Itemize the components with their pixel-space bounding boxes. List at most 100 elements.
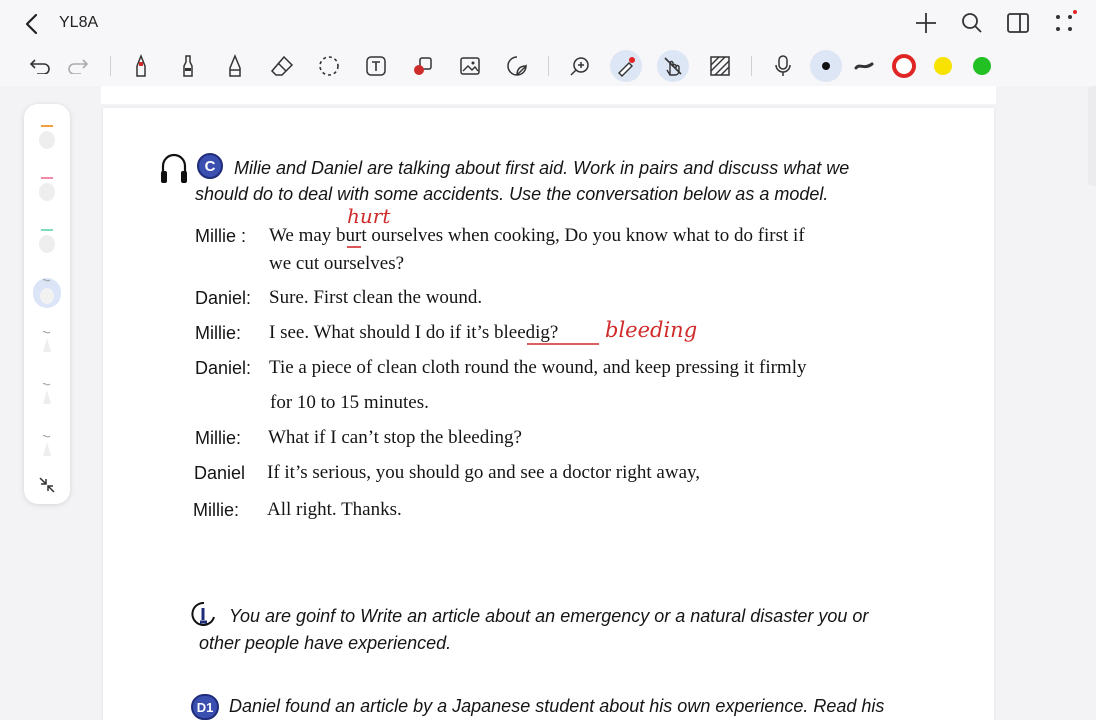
lasso-icon — [319, 56, 339, 76]
pen-preset-icon — [39, 125, 55, 149]
pen-stroke-style[interactable] — [848, 50, 880, 82]
collapse-palette-button[interactable] — [33, 470, 61, 500]
undo-button[interactable] — [24, 50, 56, 82]
pen-color-green[interactable] — [966, 50, 998, 82]
section-badge-d1: D1 — [191, 694, 219, 720]
section-c-instruction-line2: should do to deal with some accidents. U… — [195, 184, 829, 204]
dialogue-speaker: Daniel — [194, 463, 246, 483]
dialogue-line-continued: for 10 to 15 minutes. — [270, 392, 429, 413]
toolbar-divider — [751, 56, 752, 76]
voice-record-tool[interactable] — [767, 50, 799, 82]
pen-preset-icon — [42, 435, 51, 456]
document-title: YL8A — [59, 14, 99, 31]
document-page[interactable]: C Milie and Daniel are talking about fir… — [103, 108, 994, 720]
add-button[interactable] — [910, 6, 942, 40]
pen-color-black[interactable] — [810, 50, 842, 82]
no-touch-icon — [664, 57, 682, 76]
pen-preset-icon — [39, 229, 55, 253]
pencil-writing-icon — [191, 601, 215, 626]
dialogue-speaker: Millie: — [195, 323, 242, 343]
dialogue-speaker: Daniel: — [195, 288, 252, 308]
zoom-icon — [570, 57, 589, 76]
section-c-instruction-line1: Milie and Daniel are talking about first… — [234, 158, 850, 178]
pen-preset-pink[interactable] — [33, 174, 61, 204]
dialogue-line: What if I can’t stop the bleeding? — [268, 427, 522, 448]
note-app: YL8A C Milie and Daniel are talking abou… — [0, 0, 1096, 720]
pen-color-yellow[interactable] — [927, 50, 959, 82]
eraser-tool[interactable] — [266, 50, 298, 82]
redo-button[interactable] — [62, 50, 94, 82]
text-tool[interactable] — [360, 50, 392, 82]
handwritten-correction-bleeding: bleeding — [605, 318, 698, 342]
dialogue-speaker: Daniel: — [195, 358, 252, 378]
color-dot-icon — [973, 57, 991, 75]
section-d-instruction-line1: You are goinf to Write an article about … — [229, 606, 869, 626]
shape-tool[interactable] — [407, 50, 439, 82]
tool-bar — [0, 46, 1096, 86]
title-bar: YL8A — [0, 0, 1096, 46]
dialogue-line-continued: we cut ourselves? — [269, 253, 405, 274]
eraser-icon — [270, 55, 294, 76]
dialogue-line: I see. What should I do if it’s bleedig? — [269, 322, 559, 343]
brush-icon — [183, 55, 193, 77]
hatch-pattern-icon — [710, 56, 730, 76]
pen-tool[interactable] — [125, 50, 157, 82]
pen-preset-orange[interactable] — [33, 122, 61, 152]
collapse-arrows-icon — [39, 477, 55, 493]
dialogue-line: We may burt ourselves when cooking, Do y… — [269, 225, 805, 246]
correction-underline — [347, 246, 361, 248]
pattern-tool[interactable] — [704, 50, 736, 82]
dialogue-line: Tie a piece of clean cloth round the wou… — [269, 357, 807, 378]
zoom-tool[interactable] — [564, 50, 596, 82]
brush-stroke-icon — [854, 62, 874, 70]
search-button[interactable] — [956, 6, 988, 40]
color-ring-icon — [892, 54, 916, 78]
pen-preset-green[interactable] — [33, 226, 61, 256]
laser-pointer-tool[interactable] — [610, 50, 642, 82]
toolbar-divider — [548, 56, 549, 76]
plus-icon — [916, 13, 936, 33]
color-dot-icon — [822, 62, 830, 70]
dialogue-line: All right. Thanks. — [267, 499, 402, 520]
text-box-icon — [366, 56, 386, 76]
pen-preset-palette — [24, 104, 70, 504]
image-tool[interactable] — [454, 50, 486, 82]
dialogue-line: Sure. First clean the wound. — [269, 287, 483, 308]
page-gap — [101, 86, 996, 104]
scroll-indicator[interactable] — [1088, 86, 1096, 186]
pen-preset-icon — [39, 177, 55, 201]
search-icon — [962, 13, 982, 33]
section-d1-instruction-line1: Daniel found an article by a Japanese st… — [229, 696, 885, 716]
correction-underline — [527, 343, 599, 345]
image-icon — [460, 57, 480, 75]
pen-color-red[interactable] — [888, 50, 920, 82]
more-button[interactable] — [1048, 6, 1080, 40]
layout-button[interactable] — [1002, 6, 1034, 40]
highlighter-tool[interactable] — [219, 50, 251, 82]
headphones-icon — [161, 153, 187, 183]
brush-tool[interactable] — [172, 50, 204, 82]
hand-tool[interactable] — [657, 50, 689, 82]
pen-preset-gray-3[interactable] — [33, 434, 61, 464]
sticker-tool[interactable] — [501, 50, 533, 82]
pen-preset-selected[interactable] — [33, 278, 61, 308]
dialogue-line: If it’s serious, you should go and see a… — [267, 462, 701, 483]
back-button[interactable] — [18, 10, 46, 38]
redo-icon — [68, 59, 89, 74]
top-actions — [910, 6, 1080, 40]
sticker-icon — [507, 56, 527, 76]
grid-dots-icon — [1056, 10, 1077, 31]
sidebar-layout-icon — [1007, 13, 1029, 33]
pen-preset-gray-2[interactable] — [33, 382, 61, 412]
lasso-tool[interactable] — [313, 50, 345, 82]
dialogue-speaker: Millie: — [193, 500, 240, 520]
dialogue-speaker: Millie: — [195, 428, 242, 448]
laser-pointer-icon — [618, 57, 635, 77]
highlighter-icon — [229, 54, 241, 77]
dialogue-speaker: Millie : — [195, 226, 247, 246]
chevron-left-icon — [25, 13, 38, 35]
pen-preset-icon — [42, 383, 51, 404]
section-d-instruction-line2: other people have experienced. — [199, 633, 452, 653]
color-dot-icon — [934, 57, 952, 75]
pen-preset-gray-1[interactable] — [33, 330, 61, 360]
